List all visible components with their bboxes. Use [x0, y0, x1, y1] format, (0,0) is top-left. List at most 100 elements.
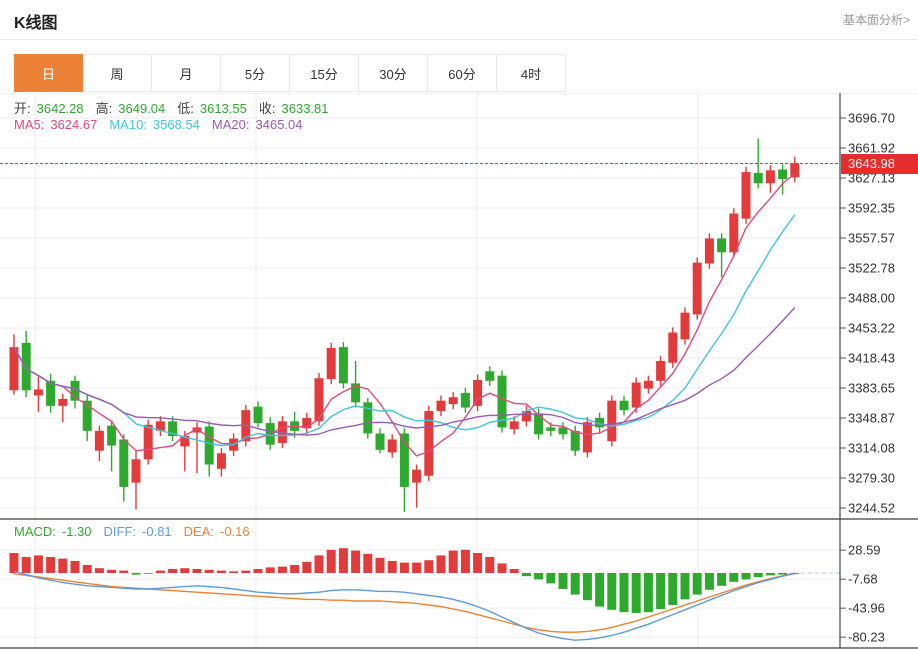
candle-body	[607, 400, 617, 442]
candle-body	[94, 430, 104, 451]
y-axis-label: 3348.87	[848, 411, 895, 426]
macd-bar	[460, 549, 470, 573]
candle-body	[656, 360, 666, 381]
interval-tabs: 日周月 5分 15分 30分 60分 4时	[14, 54, 566, 92]
candle-body	[33, 389, 43, 396]
macd-bar	[155, 570, 165, 573]
candle-body	[643, 380, 653, 389]
y-axis-label: -80.23	[848, 630, 885, 645]
current-price-badge: 3643.98	[841, 154, 918, 174]
macd-legend: MACD: -1.30 DIFF: -0.81 DEA: -0.16	[14, 524, 262, 539]
macd-bar	[607, 573, 617, 610]
candle-body	[253, 406, 263, 424]
candle-body	[485, 371, 495, 381]
candle-body	[143, 424, 153, 460]
candle-body	[473, 379, 483, 406]
fundamental-analysis-link[interactable]: 基本面分析>	[843, 11, 910, 28]
macd-diff-readout: DIFF: -0.81	[103, 524, 172, 539]
macd-bar	[485, 557, 495, 573]
macd-bar	[497, 563, 507, 573]
y-axis-label: 3383.65	[848, 381, 895, 396]
line-diff	[13, 570, 795, 641]
macd-bar	[119, 570, 129, 573]
macd-bar	[58, 558, 68, 573]
macd-bar	[643, 573, 653, 613]
macd-bar	[241, 570, 251, 573]
tab-5min[interactable]: 5分	[221, 54, 290, 92]
macd-bar	[631, 573, 641, 613]
macd-bar	[521, 573, 531, 577]
macd-bar	[534, 573, 544, 580]
macd-bar	[778, 573, 788, 575]
ohlc-legend: 开: 3642.28 高: 3649.04 低: 3613.55 收: 3633.81	[14, 98, 341, 117]
candle-body	[704, 238, 714, 264]
macd-bar	[399, 562, 409, 573]
macd-bar	[290, 565, 300, 573]
candle-body	[680, 312, 690, 340]
y-axis-label: 3696.70	[848, 111, 895, 126]
candle-body	[58, 398, 68, 406]
macd-macd-readout: MACD: -1.30	[14, 524, 92, 539]
candle-body	[546, 427, 556, 431]
macd-bar	[229, 571, 239, 573]
macd-bar	[82, 565, 92, 573]
macd-bar	[741, 573, 751, 580]
candle-body	[570, 430, 580, 451]
y-axis-label: 3314.08	[848, 441, 895, 456]
macd-bar	[70, 561, 80, 573]
y-axis-label: 28.59	[848, 543, 881, 558]
macd-bar	[107, 569, 117, 573]
line-ma5	[13, 173, 796, 457]
macd-bar	[265, 567, 275, 573]
macd-bar	[765, 573, 775, 576]
macd-bar	[473, 553, 483, 573]
candle-body	[619, 400, 629, 411]
macd-bar	[656, 573, 666, 609]
tab-month[interactable]: 月	[152, 54, 221, 92]
tab-week[interactable]: 周	[83, 54, 152, 92]
candle-body	[631, 382, 641, 408]
candle-body	[582, 422, 592, 453]
ohlc-close-readout: 收: 3633.81	[258, 101, 329, 116]
y-axis-label: 3244.52	[848, 501, 895, 516]
line-ma20	[13, 307, 796, 436]
macd-bar	[375, 557, 385, 573]
tab-day[interactable]: 日	[14, 54, 83, 92]
macd-bar	[412, 562, 422, 573]
y-axis-label: 3488.00	[848, 291, 895, 306]
y-axis-label: 3557.57	[848, 231, 895, 246]
ohlc-high-readout: 高: 3649.04	[95, 101, 166, 116]
macd-bar	[387, 561, 397, 573]
macd-bar	[582, 573, 592, 601]
candle-body	[119, 439, 129, 487]
ma-ma20-readout: MA20: 3465.04	[211, 117, 303, 132]
tab-15min[interactable]: 15分	[290, 54, 359, 92]
candle-body	[387, 439, 397, 453]
macd-bar	[595, 573, 605, 607]
macd-bar	[326, 549, 336, 573]
tab-60min[interactable]: 60分	[428, 54, 497, 92]
candle-body	[741, 172, 751, 219]
tab-30min[interactable]: 30分	[359, 54, 428, 92]
line-ma10	[13, 214, 796, 447]
macd-bar	[424, 560, 434, 573]
line-dea	[13, 572, 795, 633]
macd-bar	[704, 573, 714, 590]
candle-body	[107, 425, 117, 446]
candle-body	[21, 342, 31, 391]
y-axis-label: -43.96	[848, 601, 885, 616]
candle-body	[326, 348, 336, 380]
ma-legend: MA5: 3624.67 MA10: 3568.54 MA20: 3465.04	[14, 117, 315, 132]
kline-chart[interactable]: 3696.703661.923627.133592.353557.573522.…	[0, 93, 918, 650]
kline-page: K线图 基本面分析> 日周月 5分 15分 30分 60分 4时 开: 3642.28 高: 3…	[0, 0, 918, 650]
macd-bar	[509, 569, 519, 573]
page-title: K线图	[14, 15, 58, 32]
candle-body	[436, 400, 446, 412]
macd-bar	[143, 573, 153, 574]
y-axis-label: 3418.43	[848, 351, 895, 366]
macd-bar	[558, 573, 568, 589]
candle-body	[729, 213, 739, 253]
macd-bar	[692, 573, 702, 595]
candle-body	[204, 426, 214, 465]
tab-4hour[interactable]: 4时	[497, 54, 566, 92]
